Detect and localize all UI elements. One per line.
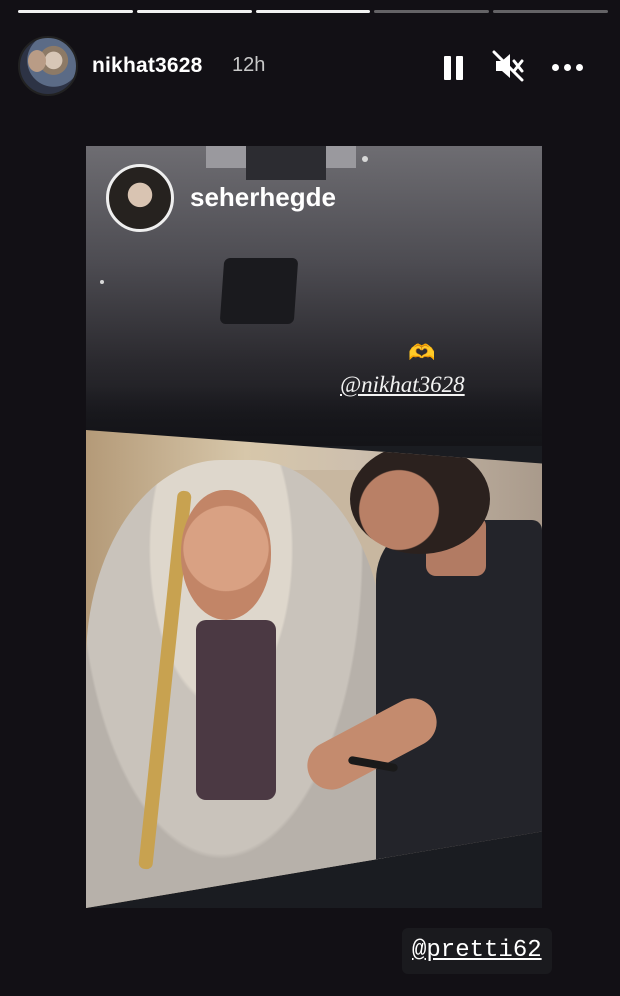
- progress-segment: [493, 10, 608, 13]
- story-progress-bar: [18, 10, 608, 13]
- progress-segment: [18, 10, 133, 13]
- reposted-avatar[interactable]: [106, 164, 174, 232]
- progress-segment: [255, 10, 371, 13]
- mention-sticker-top[interactable]: @nikhat3628: [340, 372, 465, 398]
- progress-segment: [136, 10, 252, 13]
- post-time: 12h: [232, 54, 266, 76]
- more-dots-icon[interactable]: [548, 46, 588, 86]
- reposted-username[interactable]: seherhegde: [190, 182, 336, 213]
- ceiling-light: [362, 156, 368, 162]
- woman-face: [181, 490, 271, 620]
- cinema-screen: [86, 430, 542, 908]
- ceiling-light: [100, 280, 104, 284]
- man-head: [350, 444, 490, 554]
- pause-icon[interactable]: [434, 46, 474, 86]
- story-header: nikhat3628 12h: [18, 36, 602, 96]
- woman-dress: [196, 620, 276, 800]
- author-username[interactable]: nikhat3628: [92, 54, 203, 78]
- ceiling-speaker: [219, 258, 299, 324]
- author-avatar[interactable]: [18, 36, 78, 96]
- story-photo[interactable]: seherhegde 🫶 @nikhat3628: [86, 146, 542, 908]
- muted-speaker-icon[interactable]: [488, 46, 528, 86]
- progress-segment: [374, 10, 490, 13]
- mention-sticker-bottom[interactable]: @pretti62: [402, 928, 552, 974]
- ceiling-vent: [246, 146, 326, 180]
- heart-hands-emoji: 🫶: [408, 340, 436, 365]
